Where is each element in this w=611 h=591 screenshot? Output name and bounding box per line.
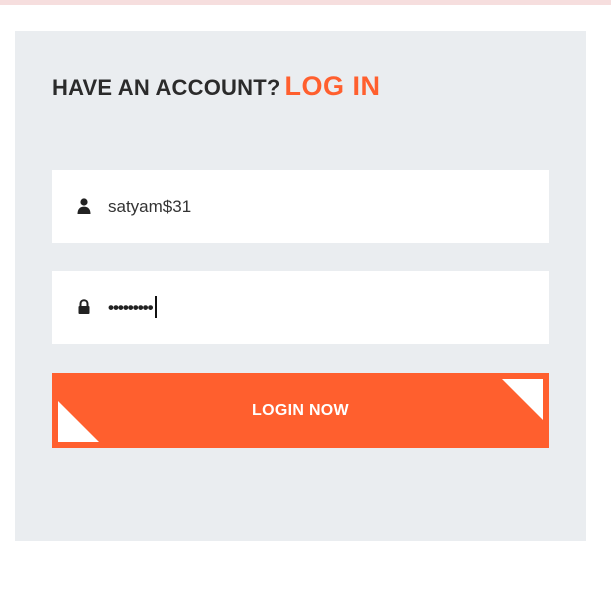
password-mask: ••••••••• [108, 298, 154, 317]
password-value[interactable]: ••••••••• [108, 271, 157, 344]
username-value[interactable]: satyam$31 [108, 170, 191, 243]
heading-prefix: HAVE AN ACCOUNT? [52, 75, 281, 100]
login-heading: HAVE AN ACCOUNT? LOG IN [52, 71, 381, 102]
text-caret [154, 296, 157, 319]
lock-icon [78, 299, 90, 314]
login-panel: HAVE AN ACCOUNT? LOG IN satyam$31 •••••••… [15, 31, 586, 541]
login-now-label: LOGIN NOW [252, 402, 349, 419]
username-field[interactable]: satyam$31 [52, 170, 549, 243]
heading-accent: LOG IN [284, 71, 381, 101]
user-icon [77, 198, 91, 214]
top-strip [0, 0, 611, 5]
password-field[interactable]: ••••••••• [52, 271, 549, 344]
login-now-button[interactable]: LOGIN NOW [52, 373, 549, 448]
